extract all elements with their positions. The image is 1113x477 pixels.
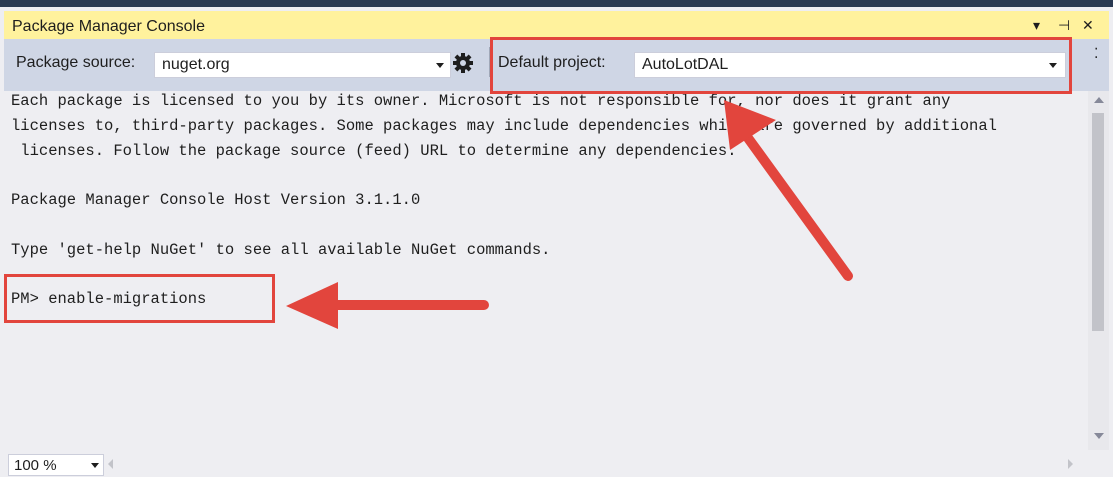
annotation-arrows	[286, 100, 853, 329]
arrow-to-default-project	[743, 133, 853, 281]
arrowhead-left	[286, 282, 338, 329]
package-manager-console-window: Package Manager Console ▾ ⊣ ✕ Package so…	[0, 0, 1113, 477]
